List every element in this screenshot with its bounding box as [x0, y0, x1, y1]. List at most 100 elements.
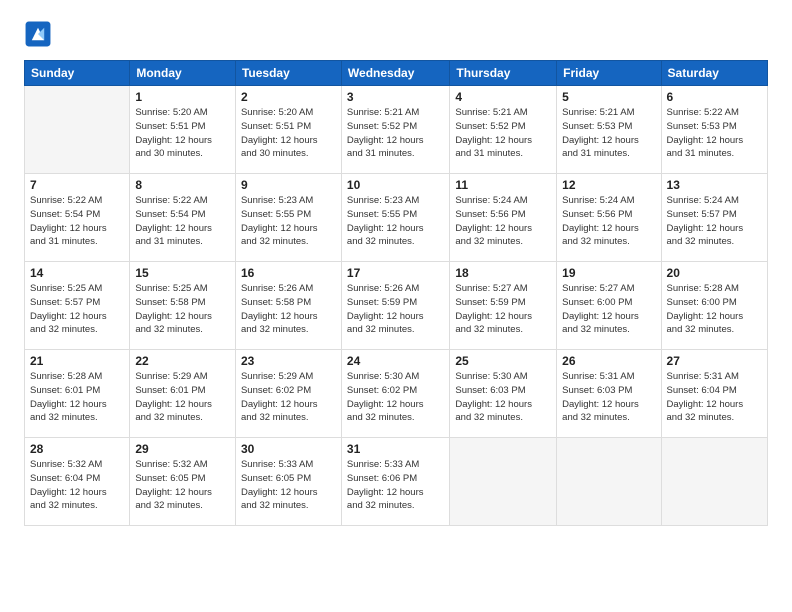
day-cell	[25, 86, 130, 174]
day-number: 15	[135, 266, 230, 280]
day-info: Sunrise: 5:24 AM Sunset: 5:56 PM Dayligh…	[455, 194, 551, 249]
day-info: Sunrise: 5:27 AM Sunset: 5:59 PM Dayligh…	[455, 282, 551, 337]
day-number: 21	[30, 354, 124, 368]
day-info: Sunrise: 5:29 AM Sunset: 6:01 PM Dayligh…	[135, 370, 230, 425]
day-cell	[450, 438, 557, 526]
day-number: 20	[667, 266, 762, 280]
day-number: 24	[347, 354, 444, 368]
day-info: Sunrise: 5:27 AM Sunset: 6:00 PM Dayligh…	[562, 282, 655, 337]
weekday-header-saturday: Saturday	[661, 61, 767, 86]
calendar-table: SundayMondayTuesdayWednesdayThursdayFrid…	[24, 60, 768, 526]
day-cell: 9Sunrise: 5:23 AM Sunset: 5:55 PM Daylig…	[235, 174, 341, 262]
day-info: Sunrise: 5:29 AM Sunset: 6:02 PM Dayligh…	[241, 370, 336, 425]
day-cell: 19Sunrise: 5:27 AM Sunset: 6:00 PM Dayli…	[557, 262, 661, 350]
day-cell: 20 Sunrise: 5:28 AM Sunset: 6:00 PM Dayli…	[661, 262, 767, 350]
day-info: Sunrise: 5:32 AM Sunset: 6:05 PM Dayligh…	[135, 458, 230, 513]
day-number: 8	[135, 178, 230, 192]
week-row-1: 1 Sunrise: 5:20 AM Sunset: 5:51 PM Daylig…	[25, 86, 768, 174]
day-number: 30	[241, 442, 336, 456]
day-cell: 21 Sunrise: 5:28 AM Sunset: 6:01 PM Dayli…	[25, 350, 130, 438]
day-cell: 5 Sunrise: 5:21 AM Sunset: 5:53 PM Daylig…	[557, 86, 661, 174]
day-cell: 25 Sunrise: 5:30 AM Sunset: 6:03 PM Dayli…	[450, 350, 557, 438]
day-info: Sunrise: 5:20 AM Sunset: 5:51 PM Dayligh…	[135, 106, 230, 161]
day-info: Sunrise: 5:20 AM Sunset: 5:51 PM Dayligh…	[241, 106, 336, 161]
day-number: 22	[135, 354, 230, 368]
day-cell: 24 Sunrise: 5:30 AM Sunset: 6:02 PM Dayli…	[341, 350, 449, 438]
day-info: Sunrise: 5:26 AM Sunset: 5:59 PM Dayligh…	[347, 282, 444, 337]
day-cell: 8Sunrise: 5:22 AM Sunset: 5:54 PM Daylig…	[130, 174, 236, 262]
day-cell: 23 Sunrise: 5:29 AM Sunset: 6:02 PM Dayli…	[235, 350, 341, 438]
day-cell: 7Sunrise: 5:22 AM Sunset: 5:54 PM Daylig…	[25, 174, 130, 262]
day-info: Sunrise: 5:28 AM Sunset: 6:01 PM Dayligh…	[30, 370, 124, 425]
day-cell: 14 Sunrise: 5:25 AM Sunset: 5:57 PM Dayli…	[25, 262, 130, 350]
day-cell: 17 Sunrise: 5:26 AM Sunset: 5:59 PM Dayli…	[341, 262, 449, 350]
day-cell: 28 Sunrise: 5:32 AM Sunset: 6:04 PM Dayli…	[25, 438, 130, 526]
day-info: Sunrise: 5:28 AM Sunset: 6:00 PM Dayligh…	[667, 282, 762, 337]
day-cell: 30 Sunrise: 5:33 AM Sunset: 6:05 PM Dayli…	[235, 438, 341, 526]
day-number: 7	[30, 178, 124, 192]
page: SundayMondayTuesdayWednesdayThursdayFrid…	[0, 0, 792, 612]
day-number: 2	[241, 90, 336, 104]
weekday-header-sunday: Sunday	[25, 61, 130, 86]
day-info: Sunrise: 5:30 AM Sunset: 6:02 PM Dayligh…	[347, 370, 444, 425]
day-cell: 15 Sunrise: 5:25 AM Sunset: 5:58 PM Dayli…	[130, 262, 236, 350]
day-number: 14	[30, 266, 124, 280]
day-info: Sunrise: 5:21 AM Sunset: 5:52 PM Dayligh…	[347, 106, 444, 161]
weekday-header-monday: Monday	[130, 61, 236, 86]
week-row-5: 28 Sunrise: 5:32 AM Sunset: 6:04 PM Dayli…	[25, 438, 768, 526]
day-cell: 3 Sunrise: 5:21 AM Sunset: 5:52 PM Daylig…	[341, 86, 449, 174]
day-number: 26	[562, 354, 655, 368]
day-number: 6	[667, 90, 762, 104]
day-info: Sunrise: 5:25 AM Sunset: 5:58 PM Dayligh…	[135, 282, 230, 337]
weekday-header-friday: Friday	[557, 61, 661, 86]
day-cell: 11Sunrise: 5:24 AM Sunset: 5:56 PM Dayli…	[450, 174, 557, 262]
day-number: 5	[562, 90, 655, 104]
day-info: Sunrise: 5:23 AM Sunset: 5:55 PM Dayligh…	[347, 194, 444, 249]
day-cell: 10 Sunrise: 5:23 AM Sunset: 5:55 PM Dayli…	[341, 174, 449, 262]
day-info: Sunrise: 5:33 AM Sunset: 6:05 PM Dayligh…	[241, 458, 336, 513]
weekday-header-wednesday: Wednesday	[341, 61, 449, 86]
day-number: 12	[562, 178, 655, 192]
day-cell: 22 Sunrise: 5:29 AM Sunset: 6:01 PM Dayli…	[130, 350, 236, 438]
day-info: Sunrise: 5:22 AM Sunset: 5:53 PM Dayligh…	[667, 106, 762, 161]
day-number: 4	[455, 90, 551, 104]
day-cell: 29Sunrise: 5:32 AM Sunset: 6:05 PM Dayli…	[130, 438, 236, 526]
logo	[24, 20, 56, 48]
weekday-header-thursday: Thursday	[450, 61, 557, 86]
day-cell: 4 Sunrise: 5:21 AM Sunset: 5:52 PM Daylig…	[450, 86, 557, 174]
day-cell	[557, 438, 661, 526]
day-number: 27	[667, 354, 762, 368]
calendar-body: 1 Sunrise: 5:20 AM Sunset: 5:51 PM Daylig…	[25, 86, 768, 526]
day-cell: 1 Sunrise: 5:20 AM Sunset: 5:51 PM Daylig…	[130, 86, 236, 174]
day-number: 18	[455, 266, 551, 280]
day-number: 10	[347, 178, 444, 192]
day-number: 1	[135, 90, 230, 104]
day-info: Sunrise: 5:24 AM Sunset: 5:56 PM Dayligh…	[562, 194, 655, 249]
day-number: 28	[30, 442, 124, 456]
day-info: Sunrise: 5:23 AM Sunset: 5:55 PM Dayligh…	[241, 194, 336, 249]
day-cell: 12 Sunrise: 5:24 AM Sunset: 5:56 PM Dayli…	[557, 174, 661, 262]
day-info: Sunrise: 5:32 AM Sunset: 6:04 PM Dayligh…	[30, 458, 124, 513]
day-cell: 2 Sunrise: 5:20 AM Sunset: 5:51 PM Daylig…	[235, 86, 341, 174]
day-cell: 6 Sunrise: 5:22 AM Sunset: 5:53 PM Daylig…	[661, 86, 767, 174]
day-info: Sunrise: 5:24 AM Sunset: 5:57 PM Dayligh…	[667, 194, 762, 249]
day-number: 25	[455, 354, 551, 368]
day-info: Sunrise: 5:31 AM Sunset: 6:03 PM Dayligh…	[562, 370, 655, 425]
day-info: Sunrise: 5:31 AM Sunset: 6:04 PM Dayligh…	[667, 370, 762, 425]
logo-icon	[24, 20, 52, 48]
day-info: Sunrise: 5:21 AM Sunset: 5:52 PM Dayligh…	[455, 106, 551, 161]
weekday-header-tuesday: Tuesday	[235, 61, 341, 86]
weekday-header-row: SundayMondayTuesdayWednesdayThursdayFrid…	[25, 61, 768, 86]
day-info: Sunrise: 5:26 AM Sunset: 5:58 PM Dayligh…	[241, 282, 336, 337]
day-info: Sunrise: 5:21 AM Sunset: 5:53 PM Dayligh…	[562, 106, 655, 161]
day-info: Sunrise: 5:30 AM Sunset: 6:03 PM Dayligh…	[455, 370, 551, 425]
day-cell: 18 Sunrise: 5:27 AM Sunset: 5:59 PM Dayli…	[450, 262, 557, 350]
day-number: 17	[347, 266, 444, 280]
day-number: 23	[241, 354, 336, 368]
day-number: 3	[347, 90, 444, 104]
day-cell: 16Sunrise: 5:26 AM Sunset: 5:58 PM Dayli…	[235, 262, 341, 350]
day-info: Sunrise: 5:25 AM Sunset: 5:57 PM Dayligh…	[30, 282, 124, 337]
day-cell: 13Sunrise: 5:24 AM Sunset: 5:57 PM Dayli…	[661, 174, 767, 262]
day-number: 31	[347, 442, 444, 456]
day-cell	[661, 438, 767, 526]
